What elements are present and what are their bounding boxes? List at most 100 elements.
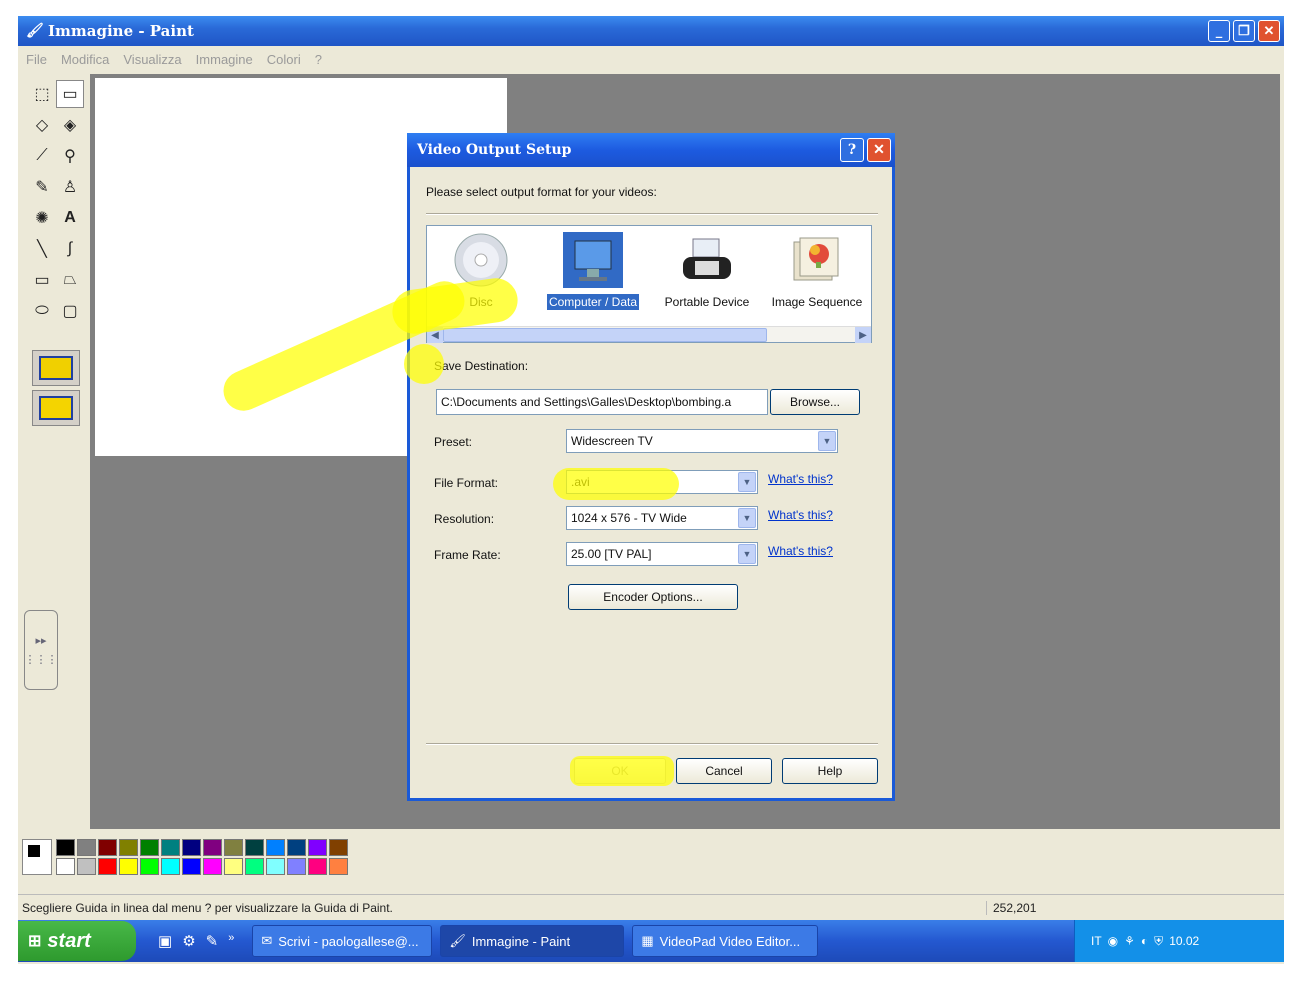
menu-file[interactable]: File (26, 52, 47, 67)
color-swatch[interactable] (287, 839, 306, 856)
preset-label: Preset: (434, 435, 473, 449)
acrobat-icon[interactable]: ▣ (158, 932, 172, 950)
task-email[interactable]: ✉ Scrivi - paologallese@... (252, 925, 433, 957)
color-swatch[interactable] (308, 858, 327, 875)
scroll-right-icon[interactable]: ▶ (855, 327, 871, 343)
color-swatch[interactable] (182, 858, 201, 875)
side-panel-handle[interactable]: ▸▸ ⋮⋮⋮ (24, 610, 58, 690)
chevron-down-icon[interactable]: ▼ (738, 508, 756, 528)
magnifier-icon[interactable]: ⚲ (56, 142, 84, 170)
resolution-dropdown[interactable]: 1024 x 576 - TV Wide ▼ (566, 506, 758, 530)
color-swatch[interactable] (203, 858, 222, 875)
chevron-down-icon[interactable]: ▼ (818, 431, 836, 451)
volume-icon[interactable]: ◐ (1141, 934, 1148, 948)
help-button[interactable]: Help (782, 758, 878, 784)
color-swatch[interactable] (56, 858, 75, 875)
color-swatch[interactable] (224, 839, 243, 856)
color-swatch[interactable] (161, 839, 180, 856)
browse-button[interactable]: Browse... (770, 389, 860, 415)
menu-immagine[interactable]: Immagine (196, 52, 253, 67)
shield-icon[interactable]: ⛨ (1154, 934, 1163, 949)
color-swatch[interactable] (287, 858, 306, 875)
cancel-button[interactable]: Cancel (676, 758, 772, 784)
rect-select-icon[interactable]: ▭ (56, 80, 84, 108)
ok-button[interactable]: OK (574, 758, 666, 784)
curve-icon[interactable]: ∫ (56, 235, 84, 263)
text-icon[interactable]: A (56, 204, 84, 232)
scroll-left-icon[interactable]: ◀ (427, 327, 443, 343)
color-swatch[interactable] (119, 858, 138, 875)
rounded-rect-icon[interactable]: ▢ (56, 297, 84, 325)
color-swatch[interactable] (56, 839, 75, 856)
scroll-thumb[interactable] (443, 328, 767, 342)
task-paint[interactable]: 🖌 Immagine - Paint (440, 925, 625, 957)
paint-titlebar[interactable]: 🖌 Immagine - Paint _ ❐ ✕ (18, 16, 1284, 46)
encoder-options-button[interactable]: Encoder Options... (568, 584, 738, 610)
language-indicator[interactable]: IT (1091, 934, 1102, 948)
format-disc[interactable]: Disc (427, 232, 535, 312)
security-icon[interactable]: ⚘ (1124, 934, 1135, 948)
color-swatch[interactable] (77, 839, 96, 856)
preset-dropdown[interactable]: Widescreen TV ▼ (566, 429, 838, 453)
menu-colori[interactable]: Colori (267, 52, 301, 67)
whats-this-resolution-link[interactable]: What's this? (768, 508, 833, 522)
dialog-help-button[interactable]: ? (840, 138, 864, 162)
format-computer-data[interactable]: Computer / Data (539, 232, 647, 312)
menu-modifica[interactable]: Modifica (61, 52, 109, 67)
line-icon[interactable]: ╲ (28, 235, 56, 263)
start-button[interactable]: ⊞ start (18, 921, 136, 961)
polygon-icon[interactable]: ⏢ (56, 266, 84, 294)
color-swatch[interactable] (203, 839, 222, 856)
eraser-icon[interactable]: ◇ (28, 111, 56, 139)
format-portable-device[interactable]: Portable Device (653, 232, 761, 312)
network-icon[interactable]: ◉ (1108, 934, 1118, 948)
color-swatch[interactable] (266, 839, 285, 856)
color-swatch[interactable] (266, 858, 285, 875)
menu-help[interactable]: ? (315, 52, 322, 67)
file-format-dropdown[interactable]: .avi ▼ (566, 470, 758, 494)
airbrush-icon[interactable]: ✺ (28, 204, 56, 232)
save-destination-field[interactable]: C:\Documents and Settings\Galles\Desktop… (436, 389, 768, 415)
transparency-opaque-option[interactable] (32, 350, 80, 386)
color-swatch[interactable] (329, 839, 348, 856)
task-videopad[interactable]: ▦ VideoPad Video Editor... (632, 925, 819, 957)
color-swatch[interactable] (245, 858, 264, 875)
color-swatch[interactable] (98, 839, 117, 856)
current-colors[interactable] (22, 839, 52, 875)
frame-rate-dropdown[interactable]: 25.00 [TV PAL] ▼ (566, 542, 758, 566)
brush-icon[interactable]: ♙ (56, 173, 84, 201)
fill-icon[interactable]: ◈ (56, 111, 84, 139)
format-list-scrollbar[interactable]: ◀ ▶ (427, 326, 871, 343)
color-swatch[interactable] (308, 839, 327, 856)
chevron-down-icon[interactable]: ▼ (738, 544, 756, 564)
quill-icon[interactable]: ✎ (206, 932, 219, 950)
format-image-sequence[interactable]: Image Sequence (763, 232, 871, 312)
color-swatch[interactable] (140, 839, 159, 856)
color-swatch[interactable] (224, 858, 243, 875)
free-select-icon[interactable]: ⬚ (28, 80, 56, 108)
color-swatch[interactable] (77, 858, 96, 875)
color-swatch[interactable] (245, 839, 264, 856)
whats-this-file-format-link[interactable]: What's this? (768, 472, 833, 486)
color-swatch[interactable] (161, 858, 180, 875)
settings-icon[interactable]: ⚙ (182, 932, 195, 950)
color-swatch[interactable] (182, 839, 201, 856)
pencil-icon[interactable]: ✎ (28, 173, 56, 201)
menu-visualizza[interactable]: Visualizza (123, 52, 181, 67)
color-swatch[interactable] (119, 839, 138, 856)
minimize-button[interactable]: _ (1208, 20, 1230, 42)
whats-this-frame-rate-link[interactable]: What's this? (768, 544, 833, 558)
dialog-titlebar[interactable]: Video Output Setup ? ✕ (407, 133, 895, 167)
more-chevron-icon[interactable]: » (228, 932, 234, 950)
color-swatch[interactable] (98, 858, 117, 875)
chevron-down-icon[interactable]: ▼ (738, 472, 756, 492)
restore-button[interactable]: ❐ (1233, 20, 1255, 42)
ellipse-icon[interactable]: ⬭ (28, 297, 56, 325)
color-swatch[interactable] (329, 858, 348, 875)
dialog-close-button[interactable]: ✕ (867, 138, 891, 162)
transparency-transparent-option[interactable] (32, 390, 80, 426)
color-swatch[interactable] (140, 858, 159, 875)
eyedropper-icon[interactable]: ⟋ (28, 142, 56, 170)
rectangle-icon[interactable]: ▭ (28, 266, 56, 294)
close-button[interactable]: ✕ (1258, 20, 1280, 42)
